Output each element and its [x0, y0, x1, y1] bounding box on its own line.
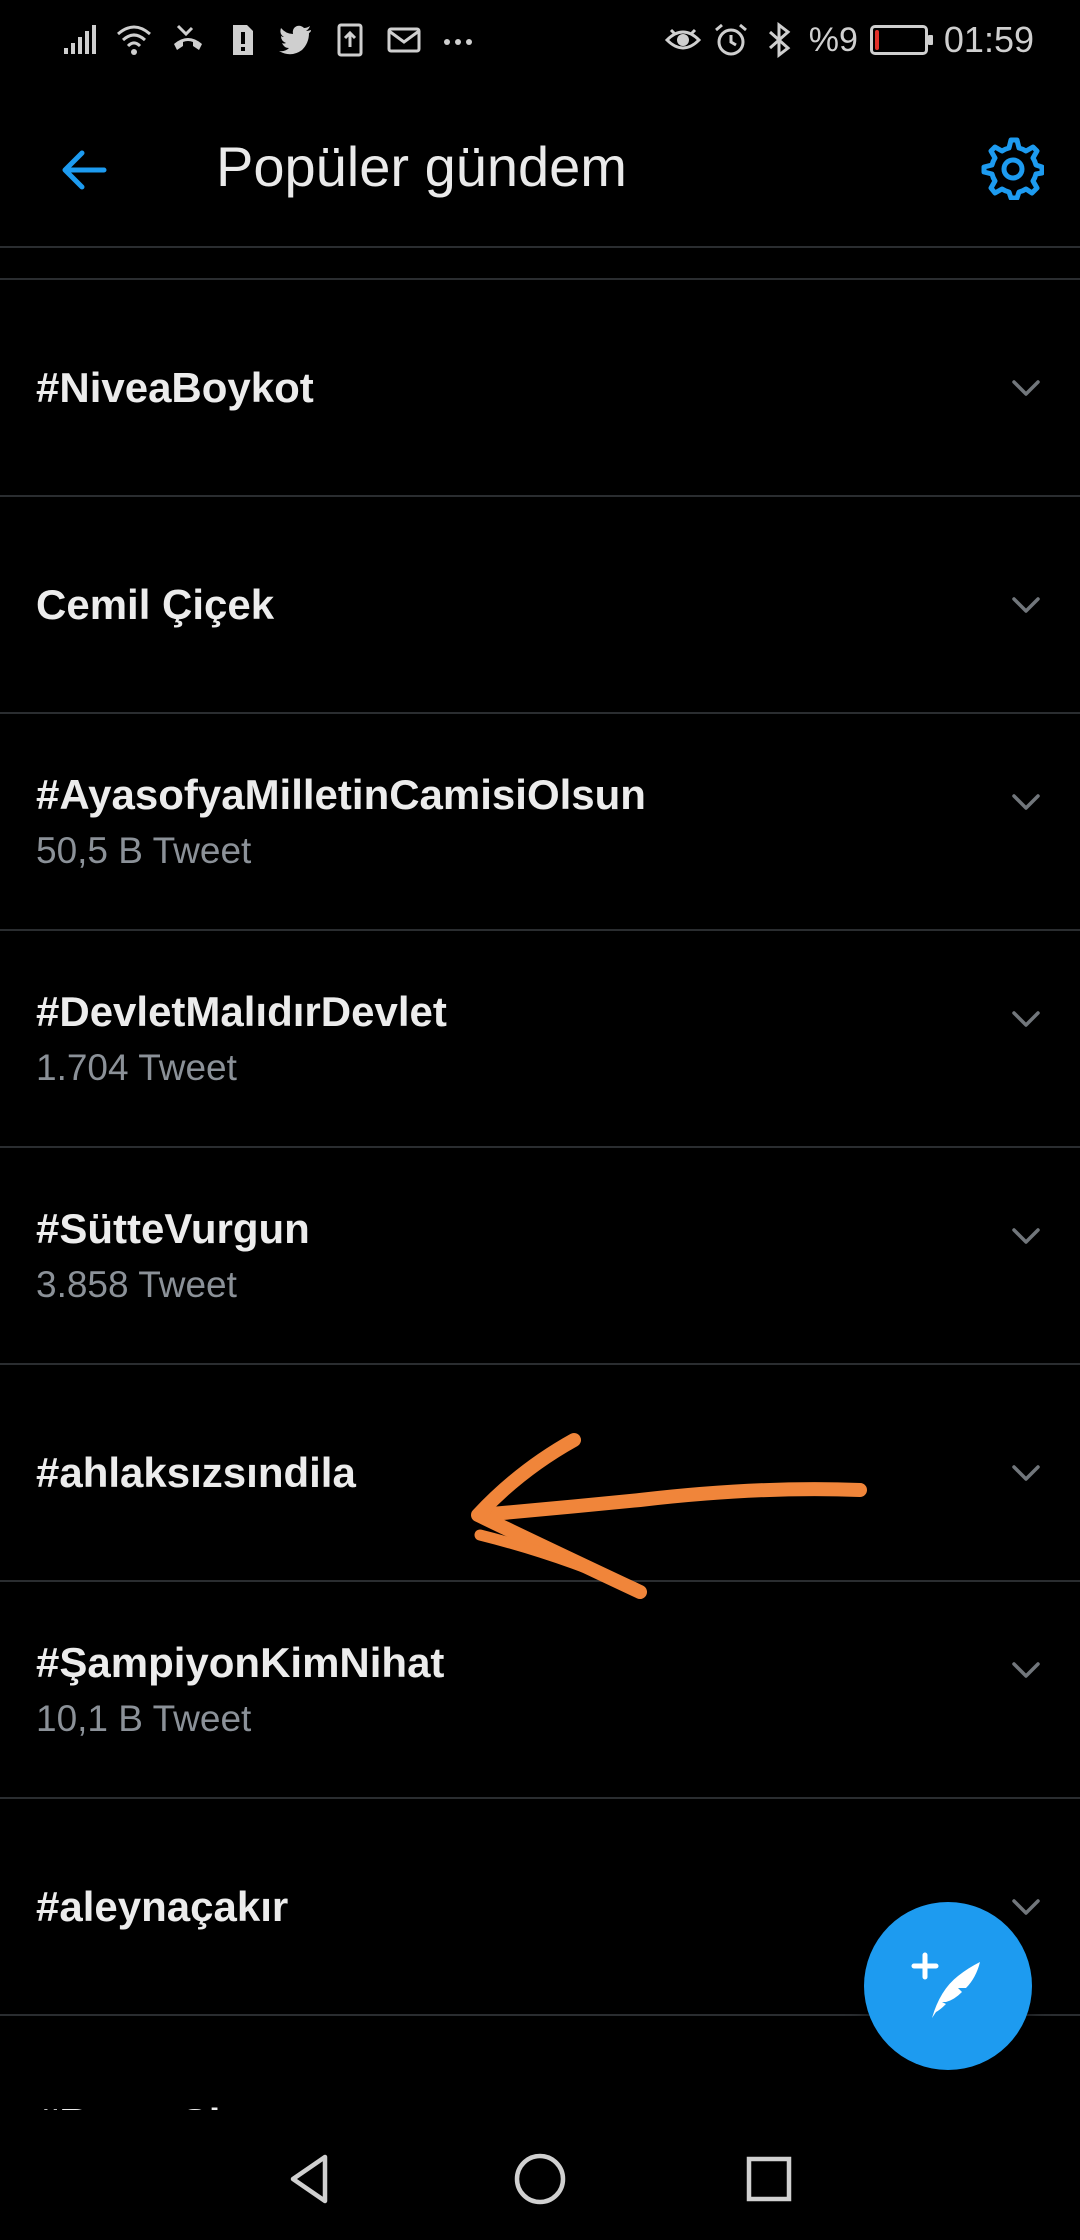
status-left-icons	[62, 18, 476, 62]
battery-icon	[869, 25, 933, 55]
trend-text: #NiveaBoykot	[36, 361, 314, 415]
signal-icon	[64, 25, 96, 54]
back-button[interactable]	[44, 130, 124, 210]
nav-recents-button[interactable]	[724, 2134, 814, 2224]
battery-percent: %9	[808, 21, 858, 59]
eye-icon	[664, 28, 701, 50]
status-bar: %9 01:59	[0, 0, 1080, 80]
trend-item[interactable]: #ahlaksızsındila	[0, 1365, 1080, 1582]
trend-text: #AyasofyaMilletinCamisiOlsun 50,5 B Twee…	[36, 768, 646, 876]
nav-back-button[interactable]	[264, 2134, 354, 2224]
trend-tweet-count: 1.704 Tweet	[36, 1046, 237, 1088]
mail-icon	[387, 27, 421, 53]
alarm-icon	[714, 23, 747, 56]
trend-text: #aleynaçakır	[36, 1880, 288, 1934]
top-app-bar: Popüler gündem	[0, 80, 1080, 248]
trend-item[interactable]: #ŞampiyonKimNihat 10,1 B Tweet	[0, 1582, 1080, 1799]
trend-text: Cemil Çiçek	[36, 578, 274, 632]
twitter-icon	[279, 25, 311, 55]
trend-text: #DevletMalıdırDevlet 1.704 Tweet	[36, 985, 447, 1093]
trend-name: #AyasofyaMilletinCamisiOlsun	[36, 770, 646, 818]
trend-item[interactable]: Cemil Çiçek	[0, 497, 1080, 714]
status-right-icons: %9 01:59	[664, 18, 1034, 62]
compose-tweet-icon	[911, 1952, 980, 2018]
recents-square-icon	[746, 2156, 792, 2202]
trend-name: #NiveaBoykot	[36, 363, 314, 411]
chevron-down-icon[interactable]	[1004, 583, 1048, 627]
battery-level	[874, 30, 879, 50]
more-dots-icon	[444, 39, 472, 45]
trend-text: #SütteVurgun 3.858 Tweet	[36, 1202, 310, 1310]
nav-home-button[interactable]	[495, 2134, 585, 2224]
upload-icon	[337, 23, 363, 57]
chevron-down-icon[interactable]	[1004, 780, 1048, 824]
settings-button[interactable]	[972, 128, 1052, 208]
trend-tweet-count: 3.858 Tweet	[36, 1263, 237, 1305]
arrow-left-icon	[62, 150, 107, 190]
chevron-down-icon[interactable]	[1004, 1214, 1048, 1258]
trend-name: Cemil Çiçek	[36, 580, 275, 628]
trend-item[interactable]: #NiveaBoykot	[0, 280, 1080, 497]
trend-name: #SütteVurgun	[36, 1204, 310, 1252]
chevron-down-icon[interactable]	[1004, 997, 1048, 1041]
compose-tweet-button[interactable]	[864, 1902, 1032, 2070]
back-triangle-icon	[290, 2154, 328, 2204]
system-navigation-bar	[0, 2110, 1080, 2240]
page-title: Popüler gündem	[216, 135, 627, 198]
list-top-divider	[0, 250, 1080, 280]
trend-item[interactable]: #SütteVurgun 3.858 Tweet	[0, 1148, 1080, 1365]
trend-name: #DevletMalıdırDevlet	[36, 987, 447, 1035]
trend-item[interactable]: #AyasofyaMilletinCamisiOlsun 50,5 B Twee…	[0, 714, 1080, 931]
chevron-down-icon[interactable]	[1004, 1648, 1048, 1692]
trend-tweet-count: 10,1 B Tweet	[36, 1697, 252, 1739]
trend-item[interactable]: #DevletMalıdırDevlet 1.704 Tweet	[0, 931, 1080, 1148]
wifi-icon	[117, 25, 151, 55]
trend-name: #aleynaçakır	[36, 1882, 289, 1930]
chevron-down-icon[interactable]	[1004, 1885, 1048, 1929]
bluetooth-icon	[768, 22, 791, 58]
trend-text: #ŞampiyonKimNihat 10,1 B Tweet	[36, 1636, 444, 1744]
clock: 01:59	[943, 19, 1034, 60]
trend-text: #ahlaksızsındila	[36, 1446, 356, 1500]
trend-name: #ŞampiyonKimNihat	[36, 1638, 445, 1686]
trend-name: #ahlaksızsındila	[36, 1448, 356, 1496]
chevron-down-icon[interactable]	[1004, 1451, 1048, 1495]
gear-icon	[981, 137, 1044, 200]
trend-tweet-count: 50,5 B Tweet	[36, 829, 252, 871]
sim-alert-icon	[233, 25, 253, 55]
missed-call-icon	[174, 24, 202, 50]
home-circle-icon	[514, 2153, 566, 2205]
chevron-down-icon[interactable]	[1004, 366, 1048, 410]
